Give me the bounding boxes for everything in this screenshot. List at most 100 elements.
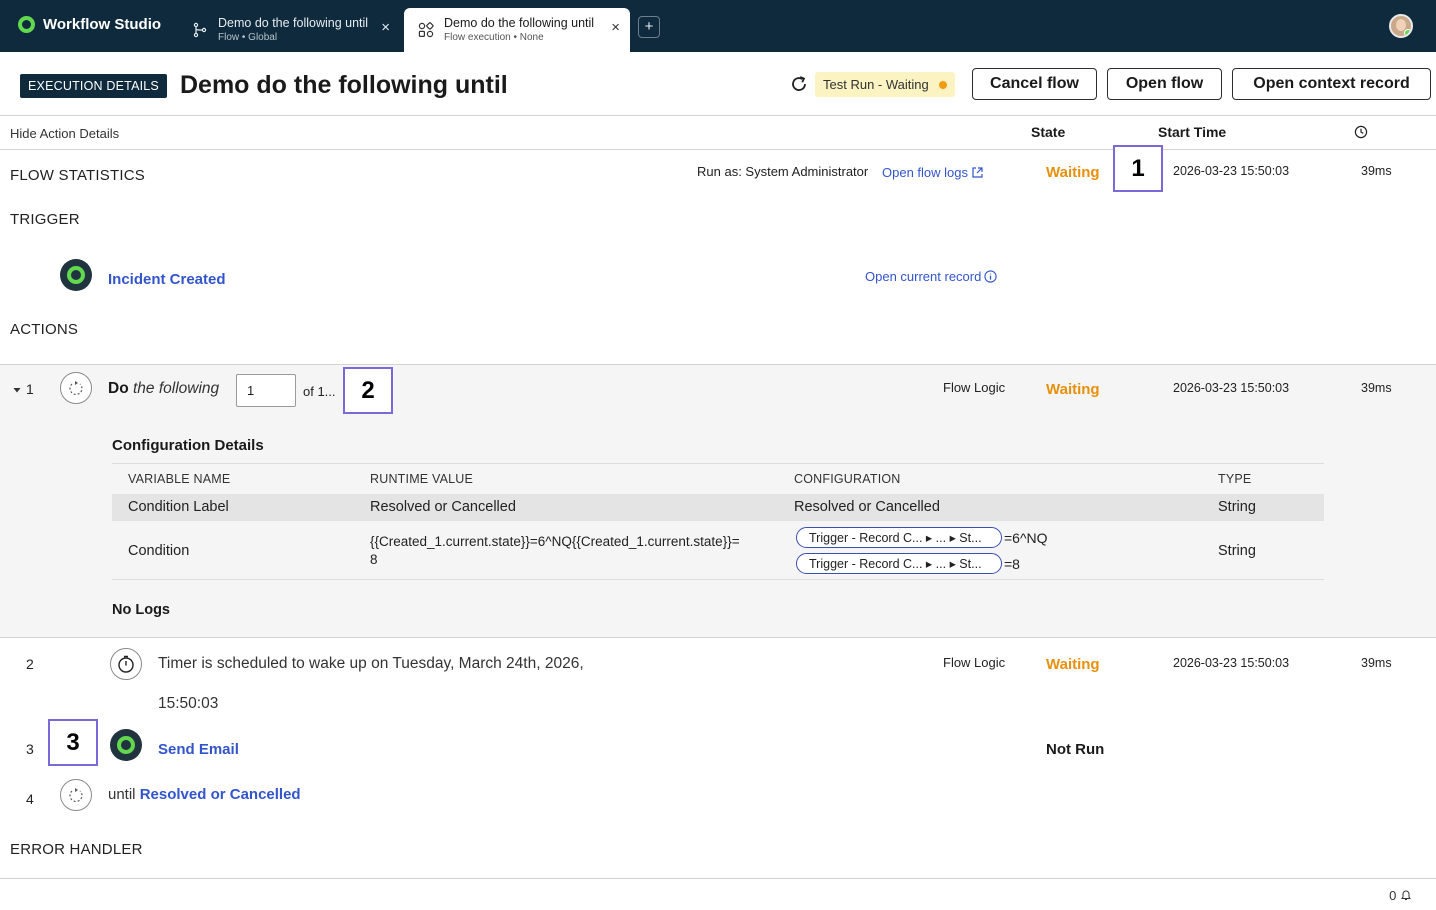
- run-as-text: Run as: System Administrator: [697, 164, 869, 179]
- configuration-details-heading: Configuration Details: [112, 437, 264, 454]
- action-1-duration: 39ms: [1361, 381, 1392, 395]
- open-current-record-link[interactable]: Open current record: [865, 269, 997, 284]
- runtime-value-header: RUNTIME VALUE: [370, 472, 474, 486]
- action-2-number: 2: [26, 656, 34, 672]
- configuration-suffix-1: =6^NQ: [1004, 529, 1048, 546]
- until-loop-icon: [69, 788, 83, 802]
- annotation-marker-3: 3: [48, 719, 98, 766]
- user-avatar[interactable]: [1389, 14, 1413, 38]
- type-cell: String: [1218, 499, 1256, 515]
- iteration-total: of 1...: [303, 384, 336, 399]
- action-3-number: 3: [26, 741, 34, 757]
- page-title: Demo do the following until: [180, 71, 508, 99]
- open-flow-logs-link[interactable]: Open flow logs: [882, 165, 984, 180]
- action-2-duration: 39ms: [1361, 656, 1392, 670]
- status-dot-icon: [938, 80, 947, 89]
- configuration-pill-line-1: Trigger - Record C... ▸ ... ▸ St... =6^N…: [796, 527, 1048, 548]
- action-1-number: 1: [26, 381, 34, 397]
- tab-flow-title: Demo do the following until: [218, 16, 369, 30]
- column-header-divider: [0, 149, 1436, 150]
- incident-created-link[interactable]: Incident Created: [108, 271, 226, 288]
- external-link-icon: [972, 167, 983, 178]
- annotation-marker-1: 1: [1113, 145, 1163, 192]
- timer-icon-wrapper: [110, 648, 142, 680]
- footer-bar: 0: [0, 878, 1436, 910]
- table-row: Condition Label Resolved or Cancelled Re…: [112, 494, 1324, 520]
- runtime-value-cell: Resolved or Cancelled: [370, 499, 516, 515]
- flow-state-value: Waiting: [1046, 164, 1100, 181]
- hide-action-details-toggle[interactable]: Hide Action Details: [10, 126, 119, 141]
- tab-execution-title: Demo do the following until: [444, 16, 595, 30]
- execution-icon: [418, 22, 434, 38]
- trigger-record-data-pill[interactable]: Trigger - Record C... ▸ ... ▸ St...: [796, 527, 1002, 548]
- runtime-value-line-2: 8: [370, 552, 378, 567]
- tab-flow-execution[interactable]: Demo do the following until Flow executi…: [404, 8, 630, 52]
- until-condition-link[interactable]: Resolved or Cancelled: [140, 786, 301, 803]
- loop-icon: [69, 381, 83, 395]
- action-1-start-time: 2026-03-23 15:50:03: [1173, 381, 1290, 395]
- notification-count: 0: [1389, 888, 1397, 903]
- until-loop-icon-wrapper: [60, 779, 92, 811]
- tab-flow-subtitle: Flow • Global: [218, 32, 278, 43]
- bell-icon: [1401, 890, 1411, 900]
- do-the-following-loop-icon: [60, 372, 92, 404]
- type-header: TYPE: [1218, 472, 1252, 486]
- header-divider: [0, 115, 1436, 116]
- send-email-icon: [110, 729, 142, 761]
- runtime-value-cell: {{Created_1.current.state}}=6^NQ{{Create…: [370, 533, 780, 569]
- test-run-status-badge: Test Run - Waiting: [815, 72, 955, 97]
- annotation-marker-2: 2: [343, 367, 393, 414]
- online-status-icon: [1404, 29, 1411, 36]
- app-brand[interactable]: Workflow Studio: [18, 16, 161, 33]
- notifications[interactable]: 0: [1389, 888, 1412, 903]
- send-email-link[interactable]: Send Email: [158, 741, 239, 758]
- action-1-state: Waiting: [1046, 381, 1100, 398]
- tab-flow[interactable]: Demo do the following until Flow • Globa…: [178, 8, 400, 52]
- collapse-chevron-icon[interactable]: [12, 385, 22, 395]
- trigger-record-data-pill[interactable]: Trigger - Record C... ▸ ... ▸ St...: [796, 553, 1002, 574]
- configuration-cell: Resolved or Cancelled: [794, 499, 940, 515]
- runtime-value-line-1: {{Created_1.current.state}}=6^NQ{{Create…: [370, 534, 740, 549]
- until-text: until: [108, 786, 136, 803]
- workflow-studio-logo-icon: [18, 16, 35, 33]
- action-1-do: Do: [108, 380, 129, 397]
- action-2-start-time: 2026-03-23 15:50:03: [1173, 656, 1290, 670]
- top-bar: Workflow Studio Demo do the following un…: [0, 0, 1436, 52]
- until-row: until Resolved or Cancelled: [108, 786, 301, 803]
- flow-start-time: 2026-03-23 15:50:03: [1173, 164, 1290, 178]
- configuration-header: CONFIGURATION: [794, 472, 901, 486]
- trigger-record-icon: [60, 259, 92, 291]
- open-flow-logs-label: Open flow logs: [882, 165, 968, 180]
- action-4-number: 4: [26, 791, 34, 807]
- action-3-state: Not Run: [1046, 741, 1105, 758]
- clock-icon: [1354, 125, 1368, 139]
- configuration-pill-line-2: Trigger - Record C... ▸ ... ▸ St... =8: [796, 553, 1020, 574]
- open-context-record-button[interactable]: Open context record: [1232, 68, 1431, 100]
- flow-duration: 39ms: [1361, 164, 1392, 178]
- tab-execution-subtitle: Flow execution • None: [444, 32, 544, 43]
- timer-text-line-1: Timer is scheduled to wake up on Tuesday…: [158, 655, 584, 672]
- action-1-label: Do the following: [108, 380, 219, 398]
- flow-statistics-heading: FLOW STATISTICS: [10, 167, 145, 184]
- cancel-flow-button[interactable]: Cancel flow: [972, 68, 1097, 100]
- error-handler-heading: ERROR HANDLER: [10, 841, 143, 858]
- type-cell: String: [1218, 543, 1256, 559]
- start-time-column-header: Start Time: [1158, 124, 1227, 140]
- info-icon: [984, 270, 997, 283]
- actions-heading: ACTIONS: [10, 321, 79, 338]
- variable-name-header: VARIABLE NAME: [128, 472, 231, 486]
- trigger-heading: TRIGGER: [10, 211, 80, 228]
- table-row: Condition {{Created_1.current.state}}=6^…: [112, 520, 1324, 580]
- configuration-table-header: VARIABLE NAME RUNTIME VALUE CONFIGURATIO…: [112, 464, 1324, 494]
- configuration-suffix-2: =8: [1004, 555, 1020, 572]
- flow-icon: [193, 22, 207, 38]
- new-tab-button[interactable]: +: [638, 16, 660, 38]
- refresh-icon[interactable]: [789, 74, 809, 94]
- state-column-header: State: [1031, 124, 1066, 140]
- open-flow-button[interactable]: Open flow: [1107, 68, 1222, 100]
- action-1-type: Flow Logic: [943, 380, 1006, 395]
- iteration-input[interactable]: 1: [236, 374, 296, 407]
- action-2-state: Waiting: [1046, 656, 1100, 673]
- tab-close-icon[interactable]: ×: [381, 20, 390, 36]
- tab-close-icon[interactable]: ×: [611, 20, 620, 36]
